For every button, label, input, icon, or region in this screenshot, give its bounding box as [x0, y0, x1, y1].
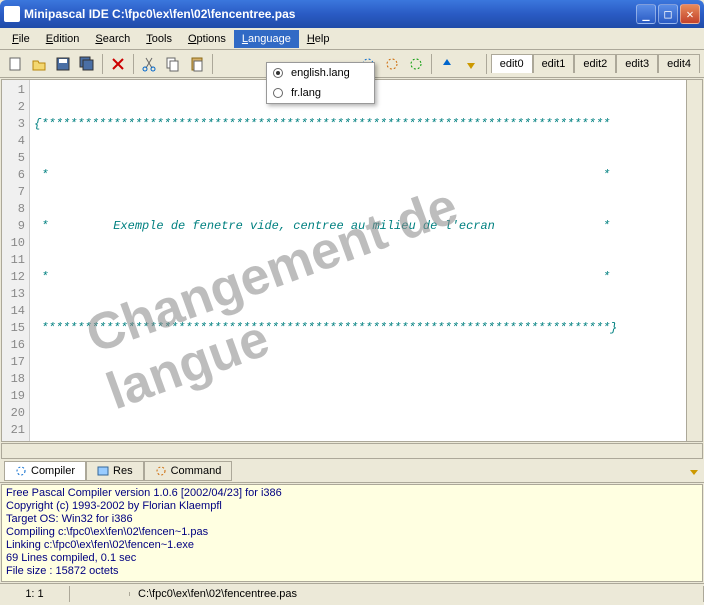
code-area[interactable]: {***************************************… [30, 80, 686, 441]
down-arrow-button[interactable] [688, 465, 700, 477]
cursor-position: 1: 1 [0, 586, 70, 602]
tab-compiler[interactable]: Compiler [4, 461, 86, 481]
statusbar: 1: 1 C:\fpc0\ex\fen\02\fencentree.pas [0, 583, 704, 603]
menu-search[interactable]: Search [87, 30, 138, 48]
output-line: Target OS: Win32 for i386 [6, 513, 698, 526]
tab-edit0[interactable]: edit0 [491, 54, 533, 73]
build-button[interactable] [381, 53, 403, 75]
cut-button[interactable] [138, 53, 160, 75]
res-icon [97, 465, 109, 477]
run-button[interactable] [405, 53, 427, 75]
separator [431, 54, 432, 74]
saveall-button[interactable] [76, 53, 98, 75]
lang-label: fr.lang [291, 87, 321, 99]
open-button[interactable] [28, 53, 50, 75]
close-button[interactable]: ✕ [680, 4, 700, 24]
separator [486, 54, 487, 74]
compiler-icon [15, 465, 27, 477]
line-gutter: 12345 678910 1112131415 161718192021 [2, 80, 30, 441]
code-line: * * [34, 269, 682, 286]
menubar: File Edition Search Tools Options Langua… [0, 28, 704, 50]
radio-icon [273, 68, 283, 78]
horizontal-scrollbar[interactable] [1, 443, 703, 459]
menu-tools[interactable]: Tools [138, 30, 180, 48]
code-line [34, 371, 682, 388]
separator [133, 54, 134, 74]
output-line: Compiling c:\fpc0\ex\fen\02\fencen~1.pas [6, 526, 698, 539]
down-button[interactable] [460, 53, 482, 75]
bottom-tabs: Compiler Res Command [0, 459, 704, 483]
tab-label: Compiler [31, 465, 75, 477]
output-line: Free Pascal Compiler version 1.0.6 [2002… [6, 487, 698, 500]
language-dropdown: english.lang fr.lang [266, 62, 375, 104]
lang-english[interactable]: english.lang [267, 63, 374, 83]
status-file: C:\fpc0\ex\fen\02\fencentree.pas [130, 586, 704, 602]
code-line: * * [34, 167, 682, 184]
separator [212, 54, 213, 74]
titlebar: Minipascal IDE C:\fpc0\ex\fen\02\fencent… [0, 0, 704, 28]
output-line: File size : 15872 octets [6, 565, 698, 578]
vertical-scrollbar[interactable] [686, 80, 702, 441]
menu-help[interactable]: Help [299, 30, 338, 48]
separator [102, 54, 103, 74]
code-line [34, 422, 682, 439]
tab-edit2[interactable]: edit2 [574, 54, 616, 73]
status-cell [70, 592, 130, 596]
menu-edition[interactable]: Edition [38, 30, 88, 48]
code-line: ****************************************… [34, 320, 682, 337]
tab-edit4[interactable]: edit4 [658, 54, 700, 73]
tab-label: Command [171, 465, 222, 477]
editor-tabs: edit0 edit1 edit2 edit3 edit4 [491, 54, 700, 73]
tab-label: Res [113, 465, 133, 477]
window-title: Minipascal IDE C:\fpc0\ex\fen\02\fencent… [24, 7, 636, 21]
tab-edit3[interactable]: edit3 [616, 54, 658, 73]
code-line: * Exemple de fenetre vide, centree au mi… [34, 218, 682, 235]
menu-language[interactable]: Language [234, 30, 299, 48]
copy-button[interactable] [162, 53, 184, 75]
up-button[interactable] [436, 53, 458, 75]
compiler-output[interactable]: Free Pascal Compiler version 1.0.6 [2002… [1, 484, 703, 582]
maximize-button[interactable]: □ [658, 4, 678, 24]
delete-button[interactable] [107, 53, 129, 75]
menu-options[interactable]: Options [180, 30, 234, 48]
app-icon [4, 6, 20, 22]
output-line: Copyright (c) 1993-2002 by Florian Klaem… [6, 500, 698, 513]
radio-icon [273, 88, 283, 98]
paste-button[interactable] [186, 53, 208, 75]
minimize-button[interactable]: _ [636, 4, 656, 24]
code-line: {***************************************… [34, 116, 682, 133]
lang-french[interactable]: fr.lang [267, 83, 374, 103]
command-icon [155, 465, 167, 477]
tab-edit1[interactable]: edit1 [533, 54, 575, 73]
editor: 12345 678910 1112131415 161718192021 {**… [1, 79, 703, 442]
tab-command[interactable]: Command [144, 461, 233, 481]
new-button[interactable] [4, 53, 26, 75]
menu-file[interactable]: File [4, 30, 38, 48]
lang-label: english.lang [291, 67, 350, 79]
output-line: 69 Lines compiled, 0.1 sec [6, 552, 698, 565]
output-line: Linking c:\fpc0\ex\fen\02\fencen~1.exe [6, 539, 698, 552]
tab-res[interactable]: Res [86, 461, 144, 481]
save-button[interactable] [52, 53, 74, 75]
